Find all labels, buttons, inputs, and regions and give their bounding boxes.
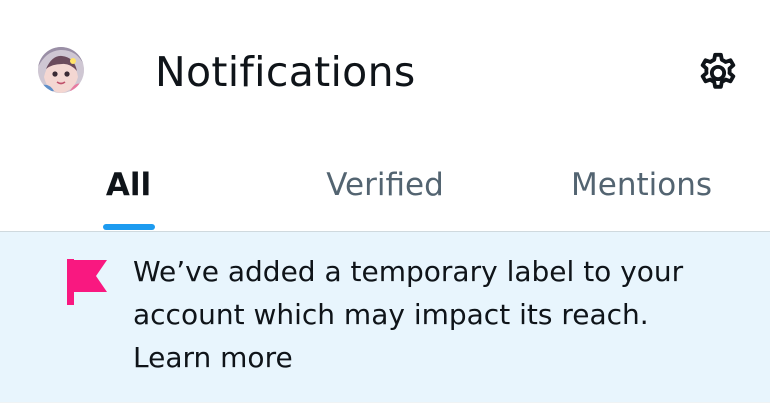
account-label-banner: We’ve added a temporary label to your ac… — [0, 232, 770, 402]
tab-label: All — [105, 167, 152, 203]
notification-tabs: All Verified Mentions — [0, 145, 770, 231]
banner-message-block: We’ve added a temporary label to your ac… — [133, 250, 733, 379]
page-title: Notifications — [155, 48, 416, 96]
tab-mentions[interactable]: Mentions — [513, 145, 770, 231]
header: Notifications — [0, 0, 770, 145]
banner-message: We’ve added a temporary label to your ac… — [133, 255, 684, 331]
active-tab-indicator — [102, 224, 155, 230]
gear-icon — [700, 52, 736, 89]
tab-verified[interactable]: Verified — [257, 145, 513, 231]
learn-more-link[interactable]: Learn more — [133, 336, 733, 379]
avatar[interactable] — [38, 47, 84, 93]
notifications-screen: Notifications All Verified Mentions We’v… — [0, 0, 770, 417]
tab-label: Verified — [326, 167, 444, 203]
flag-icon — [67, 259, 107, 305]
settings-button[interactable] — [693, 48, 743, 98]
tab-all[interactable]: All — [0, 145, 257, 231]
tab-label: Mentions — [571, 167, 712, 203]
avatar-image — [38, 47, 84, 93]
banner-bottom-divider — [0, 402, 770, 403]
